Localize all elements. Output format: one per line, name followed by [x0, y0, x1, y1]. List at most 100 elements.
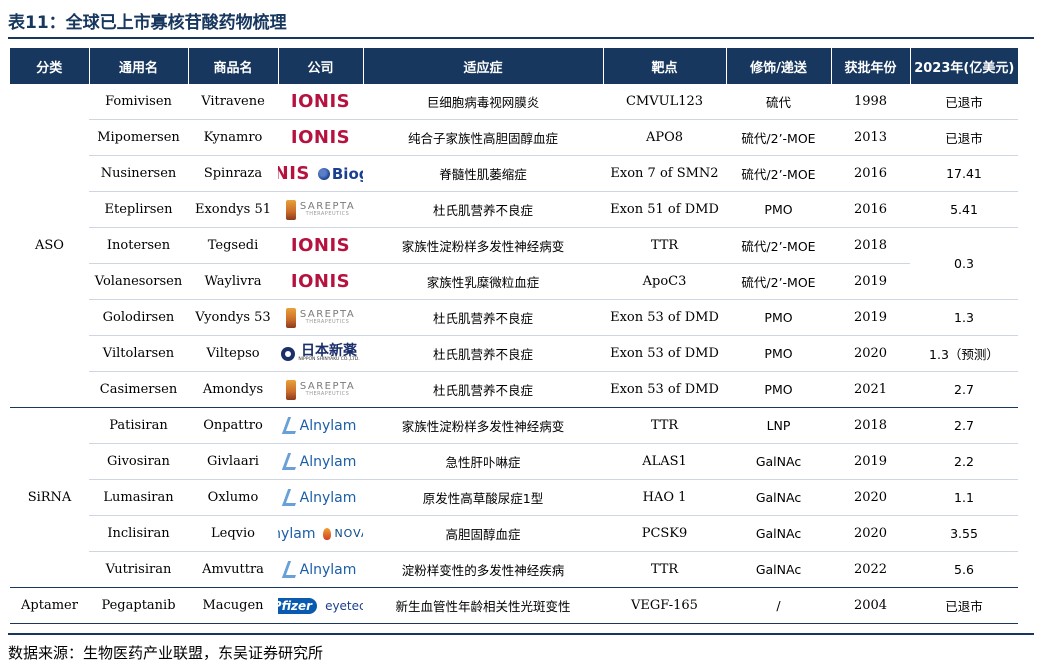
- table-row: Lumasiran Oxlumo Alnylam 原发性高草酸尿症1型 HAO 1 Gal…: [10, 479, 1018, 516]
- table-row: Givosiran Givlaari Alnylam 急性肝卟啉症 ALAS1 GalNA…: [10, 443, 1018, 480]
- eyetech-logo: eyetech: [325, 598, 363, 613]
- sales-cell: 17.41: [910, 155, 1018, 192]
- indication-cell: 家族性淀粉样多发性神经病变: [363, 227, 603, 264]
- approval-year-cell: 2019: [831, 443, 910, 480]
- sarepta-subtitle: THERAPEUTICS: [305, 319, 350, 325]
- generic-name-cell: Casimersen: [89, 371, 188, 408]
- modification-cell: PMO: [726, 371, 831, 408]
- sales-cell: 5.6: [910, 551, 1018, 588]
- company-logos: Alnylam: [278, 480, 363, 515]
- alnylam-mark-icon: [281, 417, 301, 434]
- company-logos: IONIS: [278, 84, 363, 119]
- nippon-shinyaku-logo: 日本新薬 NIPPON SHINYAKU CO.,LTD.: [281, 344, 360, 363]
- sales-cell: 2.7: [910, 407, 1018, 444]
- company-logos: SAREPTA THERAPEUTICS: [278, 372, 363, 407]
- sarepta-mark-icon: [285, 199, 296, 220]
- approval-year-cell: 2022: [831, 551, 910, 588]
- alnylam-logo: Alnylam: [281, 453, 356, 470]
- table-row: Vutrisiran Amvuttra Alnylam 淀粉样变性的多发性神经疾病 TT…: [10, 551, 1018, 588]
- brand-name-cell: Amondys: [188, 371, 278, 408]
- generic-name-cell: Pegaptanib: [89, 587, 188, 624]
- generic-name-cell: Lumasiran: [89, 479, 188, 516]
- brand-name-cell: Amvuttra: [188, 551, 278, 588]
- approval-year-cell: 2020: [831, 335, 910, 372]
- target-cell: VEGF-165: [603, 587, 726, 624]
- ionis-logo: IONIS: [278, 163, 310, 184]
- target-cell: ALAS1: [603, 443, 726, 480]
- company-cell: 日本新薬 NIPPON SHINYAKU CO.,LTD.: [278, 335, 363, 372]
- approval-year-cell: 2018: [831, 407, 910, 444]
- approval-year-cell: 2021: [831, 371, 910, 408]
- indication-cell: 高胆固醇血症: [363, 515, 603, 552]
- table-row: Eteplirsen Exondys 51 SAREPTA THERAPEUTICS 杜…: [10, 191, 1018, 228]
- biogen-logo-text: Biogen: [331, 164, 363, 183]
- table-row: Inotersen Tegsedi IONIS 家族性淀粉样多发性神经病变 TTR 硫代/…: [10, 227, 1018, 300]
- company-cell: IONIS Biogen: [278, 155, 363, 192]
- ionis-logo: IONIS: [290, 127, 351, 148]
- generic-name-cell: Vutrisiran: [89, 551, 188, 588]
- brand-name-cell: Macugen: [188, 587, 278, 624]
- modification-cell: 硫代/2’-MOE: [726, 227, 831, 264]
- indication-cell: 淀粉样变性的多发性神经疾病: [363, 551, 603, 588]
- modification-cell: GalNAc: [726, 515, 831, 552]
- nippon-subtitle: NIPPON SHINYAKU CO.,LTD.: [298, 357, 360, 363]
- generic-name-cell: Fomivisen: [89, 84, 188, 120]
- company-logos: Alnylam: [278, 444, 363, 479]
- generic-name-cell: Nusinersen: [89, 155, 188, 192]
- company-logos: Pfizer eyetech: [278, 588, 363, 623]
- sales-cell: 已退市: [910, 84, 1018, 120]
- brand-name-cell: Waylivra: [188, 263, 278, 300]
- biogen-mark-icon: [317, 167, 330, 180]
- target-cell: Exon 53 of DMD: [603, 335, 726, 372]
- alnylam-logo-text: Alnylam: [299, 561, 357, 578]
- alnylam-logo: Alnylam: [278, 525, 315, 542]
- brand-name-cell: Givlaari: [188, 443, 278, 480]
- target-cell: Exon 7 of SMN2: [603, 155, 726, 192]
- alnylam-mark-icon: [281, 453, 301, 470]
- modification-cell: PMO: [726, 335, 831, 372]
- alnylam-logo-text: Alnylam: [299, 417, 357, 434]
- header-generic-name: 通用名: [89, 48, 189, 84]
- header-row: 分类 通用名 商品名 公司 适应症 靶点 修饰/递送 获批年份 2023年(亿美…: [10, 48, 1018, 84]
- indication-cell: 杜氏肌营养不良症: [363, 299, 603, 336]
- sarepta-logo-text: SAREPTA THERAPEUTICS: [300, 202, 355, 217]
- modification-cell: PMO: [726, 191, 831, 228]
- brand-name-cell: Leqvio: [188, 515, 278, 552]
- company-cell: IONIS: [278, 263, 363, 300]
- sales-cell: 1.3: [910, 299, 1018, 336]
- table-row: AptamerPegaptanibMacugenPfizer eyetech新生血…: [10, 587, 1018, 624]
- company-cell: IONIS: [278, 227, 363, 264]
- indication-cell: 纯合子家族性高胆固醇血症: [363, 119, 603, 156]
- modification-cell: 硫代/2’-MOE: [726, 263, 831, 300]
- header-indication: 适应症: [363, 48, 604, 84]
- nippon-logo-text: 日本新薬 NIPPON SHINYAKU CO.,LTD.: [298, 344, 359, 363]
- approval-year-cell: 2019: [831, 263, 910, 300]
- brand-name-cell: Oxlumo: [188, 479, 278, 516]
- sales-cell: 2.7: [910, 371, 1018, 408]
- novartis-flame-icon: [323, 527, 332, 540]
- approval-year-cell: 2016: [831, 155, 910, 192]
- target-cell: Exon 53 of DMD: [603, 371, 726, 408]
- target-cell: APO8: [603, 119, 726, 156]
- header-sales-2023: 2023年(亿美元): [910, 48, 1018, 84]
- ionis-logo: IONIS: [290, 235, 351, 256]
- table-row: ASO Fomivisen Vitravene IONIS 巨细胞病毒视网膜炎 CMVUL…: [10, 84, 1018, 408]
- generic-name-cell: Mipomersen: [89, 119, 188, 156]
- company-cell: Alnylam: [278, 407, 363, 444]
- sarepta-mark-icon: [285, 307, 296, 328]
- table-row: Viltolarsen Viltepso 日本新薬 NIPPON SHINYAKU C…: [10, 335, 1018, 372]
- sarepta-logo: SAREPTA THERAPEUTICS: [285, 199, 355, 220]
- modification-cell: 硫代: [726, 84, 831, 120]
- sales-cell: 5.41: [910, 191, 1018, 228]
- table-row: Golodirsen Vyondys 53 SAREPTA THERAPEUTICS 杜…: [10, 299, 1018, 336]
- indication-cell: 新生血管性年龄相关性光斑变性: [363, 587, 603, 624]
- alnylam-mark-icon: [281, 561, 301, 578]
- sarepta-subtitle: THERAPEUTICS: [305, 391, 350, 397]
- target-cell: TTR: [603, 407, 726, 444]
- header-category: 分类: [10, 48, 90, 84]
- brand-name-cell: Vyondys 53: [188, 299, 278, 336]
- brand-name-cell: Viltepso: [188, 335, 278, 372]
- table-row: SiRNA Patisiran Onpattro Alnylam 家族性淀粉样多发性神经…: [10, 407, 1018, 588]
- indication-cell: 急性肝卟啉症: [363, 443, 603, 480]
- table-row: Mipomersen Kynamro IONIS 纯合子家族性高胆固醇血症 APO8 硫代…: [10, 119, 1018, 156]
